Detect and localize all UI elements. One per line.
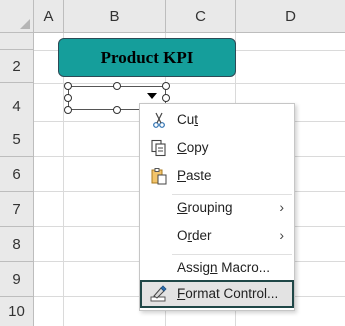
column-header-c[interactable]: C <box>166 0 236 33</box>
menu-label-paste: Paste <box>177 168 212 183</box>
menu-label-format-control: Format Control... <box>177 286 279 301</box>
resize-handle-icon[interactable] <box>162 82 170 90</box>
resize-handle-icon[interactable] <box>64 94 72 102</box>
copy-icon <box>150 139 168 157</box>
select-all-corner[interactable] <box>0 0 34 33</box>
row-header-1[interactable] <box>0 33 34 50</box>
scissors-icon <box>150 111 168 129</box>
column-header-a[interactable]: A <box>34 0 64 33</box>
row-header-8[interactable]: 8 <box>0 227 34 262</box>
menu-item-copy[interactable]: Copy <box>140 134 294 162</box>
resize-handle-icon[interactable] <box>64 82 72 90</box>
row-header-4[interactable]: 4 <box>0 88 34 122</box>
row-header-5[interactable]: 5 <box>0 122 34 157</box>
row-header-2[interactable]: 2 <box>0 50 34 83</box>
submenu-chevron-icon: › <box>279 199 284 215</box>
resize-handle-icon[interactable] <box>113 106 121 114</box>
menu-label-copy: Copy <box>177 140 209 155</box>
format-control-icon <box>150 285 168 303</box>
menu-item-assign-macro[interactable]: Assign Macro... <box>140 254 294 282</box>
menu-label-grouping: Grouping <box>177 200 233 215</box>
row-header-9[interactable]: 9 <box>0 262 34 297</box>
resize-handle-icon[interactable] <box>162 94 170 102</box>
row-header-6[interactable]: 6 <box>0 157 34 192</box>
menu-label-cut: Cut <box>177 112 199 127</box>
dropdown-arrow-icon[interactable] <box>147 93 157 99</box>
context-menu: Cut Copy Paste Grouping › Order › Assign… <box>139 103 295 311</box>
paste-icon <box>150 167 168 185</box>
resize-handle-icon[interactable] <box>113 82 121 90</box>
menu-item-order[interactable]: Order › <box>140 222 294 250</box>
menu-label-order: Order <box>177 228 212 243</box>
column-header-d[interactable]: D <box>236 0 345 33</box>
menu-item-paste[interactable]: Paste <box>140 162 294 190</box>
gridline <box>34 83 345 84</box>
column-header-b[interactable]: B <box>64 0 166 33</box>
row-header-7[interactable]: 7 <box>0 192 34 227</box>
menu-label-assign-macro: Assign Macro... <box>177 260 271 275</box>
select-all-triangle-icon <box>20 19 30 29</box>
menu-item-format-control[interactable]: Format Control... <box>140 280 294 308</box>
resize-handle-icon[interactable] <box>64 106 72 114</box>
row-header-10[interactable]: 10 <box>0 297 34 326</box>
menu-item-cut[interactable]: Cut <box>140 106 294 134</box>
menu-item-grouping[interactable]: Grouping › <box>140 194 294 222</box>
submenu-chevron-icon: › <box>279 227 284 243</box>
product-kpi-button[interactable]: Product KPI <box>58 38 236 77</box>
row-label-4: 4 <box>12 97 21 115</box>
